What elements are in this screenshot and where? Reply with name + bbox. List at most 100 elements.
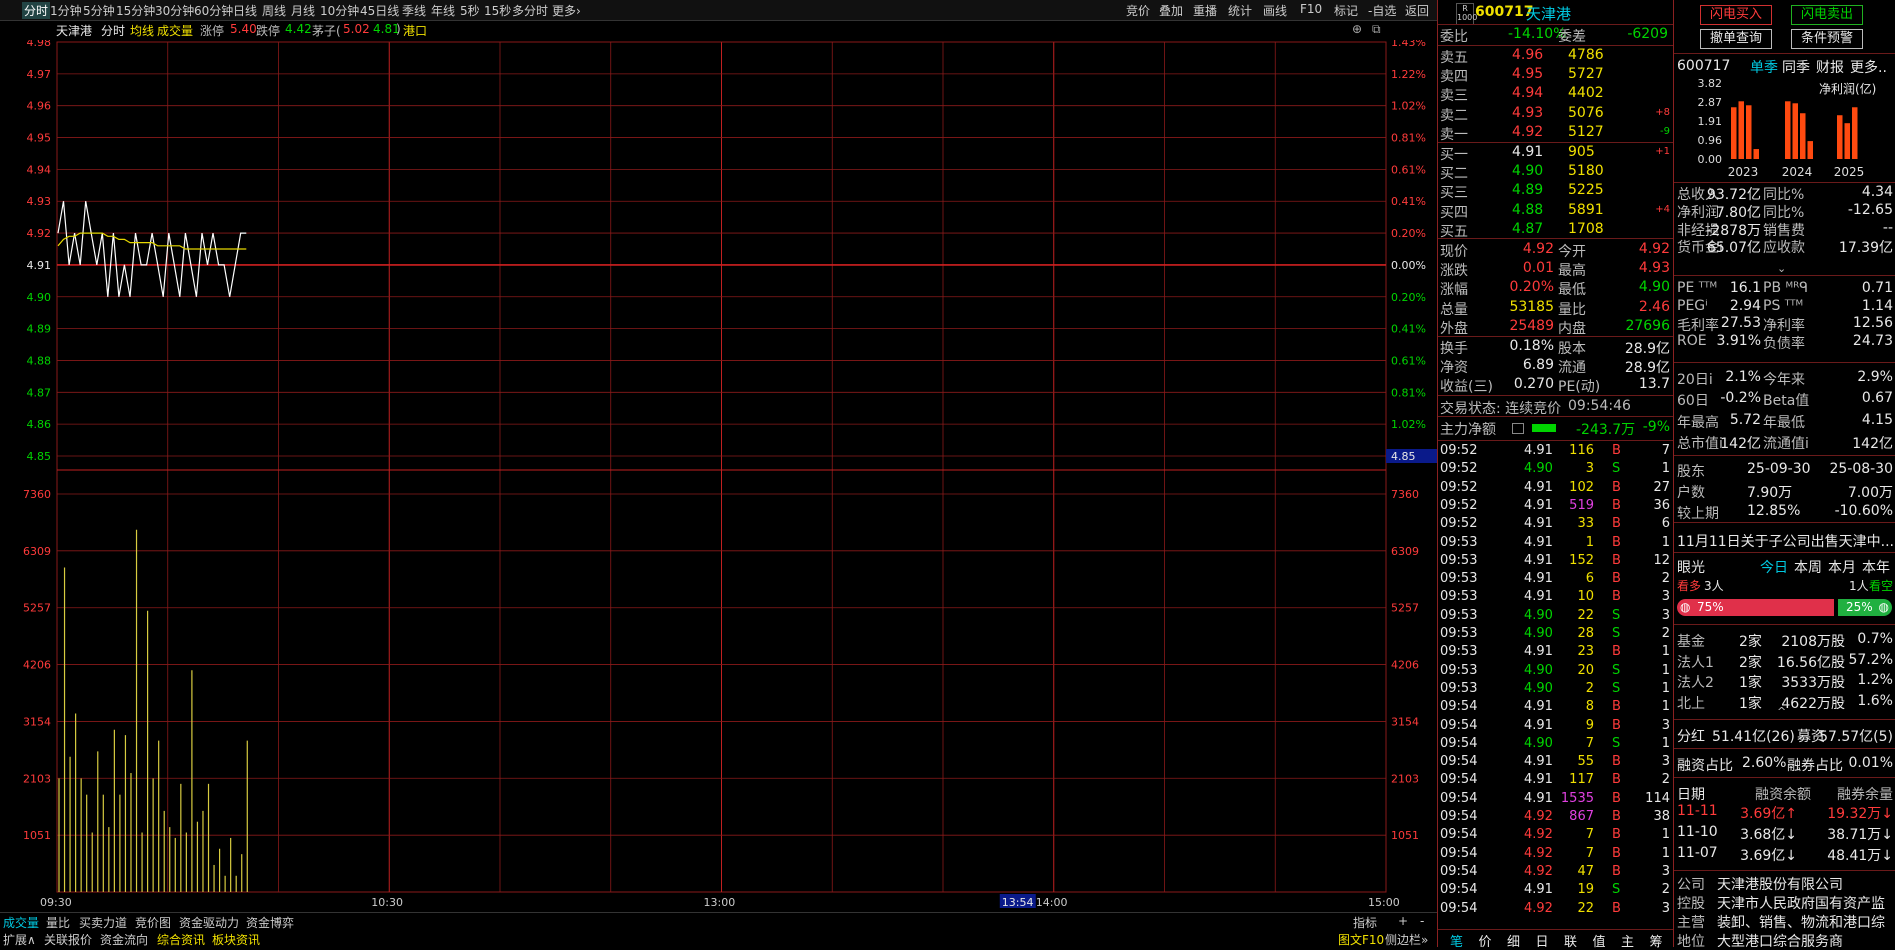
more-label: 更多 bbox=[552, 4, 577, 18]
period-tab[interactable]: 5分钟 bbox=[83, 2, 115, 19]
asks-row[interactable]: 卖二 4.93 5076 +8 bbox=[1440, 105, 1672, 124]
tick-row: 09:52 4.90 3 S 1 bbox=[1440, 461, 1672, 479]
bids-row[interactable]: 买二 4.90 5180 bbox=[1440, 163, 1672, 183]
tool-button[interactable]: 重播 bbox=[1193, 2, 1217, 19]
indicator-tab[interactable]: 资金驱动力 bbox=[179, 914, 239, 931]
add-indicator-button[interactable]: + bbox=[1398, 914, 1408, 928]
tick-tab[interactable]: 价 bbox=[1479, 931, 1492, 950]
add-icon[interactable]: ⊕ bbox=[1352, 22, 1362, 36]
tick-direction: B bbox=[1612, 589, 1621, 605]
indicator-tab[interactable]: 资金博弈 bbox=[246, 914, 294, 931]
inst-row[interactable]: 法人2 1家 3533万股 1.2% bbox=[1677, 672, 1893, 691]
intraday-chart[interactable]: 4.98 1.43% 4.97 1.22% 4.96 1.02% 4.95 0.81% 4.94… bbox=[0, 40, 1437, 915]
flash-buy-button[interactable]: 闪电买入 bbox=[1700, 5, 1772, 25]
bull-bar[interactable]: ◍ 75% bbox=[1677, 599, 1834, 616]
period-tab[interactable]: 分时 bbox=[22, 2, 51, 19]
fin-tab[interactable]: 同季 bbox=[1782, 57, 1810, 77]
eye-tab[interactable]: 本月 bbox=[1828, 557, 1856, 577]
expand-button[interactable]: 扩展∧ bbox=[3, 931, 36, 948]
period-tab[interactable]: 周线 bbox=[262, 2, 286, 19]
inst-row[interactable]: 基金 2家 2108万股 0.7% bbox=[1677, 631, 1893, 650]
f10-button[interactable]: 图文F10 bbox=[1338, 931, 1384, 948]
indicator-tab[interactable]: 买卖力道 bbox=[79, 914, 127, 931]
period-tab[interactable]: 日线 bbox=[233, 2, 257, 19]
indicator-tab[interactable]: 竞价图 bbox=[135, 914, 171, 931]
period-tab[interactable]: 月线 bbox=[291, 2, 315, 19]
bids-row[interactable]: 买五 4.87 1708 bbox=[1440, 221, 1672, 240]
remove-indicator-button[interactable]: - bbox=[1420, 914, 1424, 928]
period-tab[interactable]: 30分钟 bbox=[155, 2, 194, 19]
pct-tick: 0.41% bbox=[1391, 323, 1426, 336]
tick-tab[interactable]: 主 bbox=[1621, 931, 1634, 950]
chevron-up-icon[interactable]: ^ bbox=[1777, 705, 1786, 718]
profit-y-tick: 0.96 bbox=[1698, 134, 1723, 147]
period-tab[interactable]: 45日线 bbox=[360, 2, 399, 19]
tool-button[interactable]: F10 bbox=[1300, 2, 1322, 16]
time-label: 10:30 bbox=[371, 896, 403, 909]
indicator-tab[interactable]: 成交量 bbox=[3, 914, 39, 931]
asks-row[interactable]: 卖三 4.94 4402 bbox=[1440, 85, 1672, 104]
ext-tab[interactable]: 综合资讯 bbox=[157, 931, 205, 948]
tick-tab[interactable]: 笔 bbox=[1450, 931, 1463, 950]
bids-level: 买二 bbox=[1440, 166, 1468, 183]
period-tab[interactable]: 60分钟 bbox=[194, 2, 233, 19]
window-icon[interactable]: ⧉ bbox=[1372, 22, 1381, 37]
eye-tab[interactable]: 本年 bbox=[1862, 557, 1890, 577]
tick-tab[interactable]: 联 bbox=[1564, 931, 1577, 950]
period-tab[interactable]: 1分钟 bbox=[50, 2, 82, 19]
period-tab[interactable]: 15分钟 bbox=[116, 2, 155, 19]
period-tab[interactable]: 多分时 bbox=[512, 2, 548, 19]
cancel-order-button[interactable]: 撤单查询 bbox=[1700, 29, 1772, 49]
fin-tab[interactable]: 单季 bbox=[1750, 57, 1778, 77]
fin-tab[interactable]: 更多.. bbox=[1850, 57, 1887, 77]
tick-tab[interactable]: 细 bbox=[1507, 931, 1520, 950]
ext-tab[interactable]: 关联报价 bbox=[44, 931, 92, 948]
chevron-down-icon[interactable]: ⌄ bbox=[1777, 262, 1786, 275]
tick-volume: 19 bbox=[1577, 882, 1594, 898]
tick-tab[interactable]: 筹 bbox=[1650, 931, 1663, 950]
more-periods-button[interactable]: 更多› bbox=[552, 2, 581, 19]
back-button[interactable]: 返回 bbox=[1405, 2, 1429, 19]
profit-year: 2025 bbox=[1834, 165, 1865, 179]
tool-button[interactable]: 叠加 bbox=[1159, 2, 1183, 19]
tick-count: 1 bbox=[1661, 662, 1670, 678]
tick-tab[interactable]: 值 bbox=[1593, 931, 1606, 950]
inst-row[interactable]: 法人1 2家 16.56亿股 57.2% bbox=[1677, 652, 1893, 671]
profit-bar bbox=[1807, 141, 1813, 159]
period-tab[interactable]: 年线 bbox=[431, 2, 455, 19]
tick-time: 09:54 bbox=[1440, 845, 1478, 861]
tool-button[interactable]: 画线 bbox=[1263, 2, 1287, 19]
perf-label: 20日i bbox=[1677, 372, 1713, 388]
period-tab[interactable]: 季线 bbox=[402, 2, 426, 19]
bear-bar[interactable]: 25% ◍ bbox=[1838, 599, 1892, 616]
tool-button[interactable]: 标记 bbox=[1334, 2, 1358, 19]
asks-volume: 4402 bbox=[1568, 85, 1604, 102]
profit-bar bbox=[1852, 107, 1858, 159]
eye-tab[interactable]: 今日 bbox=[1760, 557, 1788, 577]
condition-alert-button[interactable]: 条件预警 bbox=[1791, 29, 1863, 49]
flash-sell-button[interactable]: 闪电卖出 bbox=[1791, 5, 1863, 25]
tick-tab[interactable]: 日 bbox=[1536, 931, 1549, 950]
bids-row[interactable]: 买四 4.88 5891 +4 bbox=[1440, 202, 1672, 221]
asks-row[interactable]: 卖五 4.96 4786 bbox=[1440, 47, 1672, 66]
news-link[interactable]: 11月11日关于子公司出售天津中... bbox=[1677, 531, 1894, 551]
period-tab[interactable]: 15秒 bbox=[484, 2, 511, 19]
indicator-tab[interactable]: 量比 bbox=[46, 914, 70, 931]
sidebar-button[interactable]: 侧边栏» bbox=[1385, 931, 1428, 948]
period-tab[interactable]: 10分钟 bbox=[320, 2, 359, 19]
asks-row[interactable]: 卖四 4.95 5727 bbox=[1440, 66, 1672, 85]
bids-row[interactable]: 买一 4.91 905 +1 bbox=[1440, 144, 1672, 163]
flow-icon[interactable] bbox=[1512, 423, 1524, 434]
ext-tab[interactable]: 资金流向 bbox=[100, 931, 148, 948]
tool-button[interactable]: 统计 bbox=[1228, 2, 1252, 19]
indicator-button[interactable]: 指标 bbox=[1353, 914, 1377, 931]
ext-tab[interactable]: 板块资讯 bbox=[212, 931, 260, 948]
fin-tab[interactable]: 财报 bbox=[1816, 57, 1844, 77]
period-tab[interactable]: 5秒 bbox=[460, 2, 480, 19]
price-tick: 4.98 bbox=[27, 40, 52, 49]
tool-button[interactable]: 竞价 bbox=[1126, 2, 1150, 19]
tool-button[interactable]: -自选 bbox=[1368, 2, 1396, 19]
bids-row[interactable]: 买三 4.89 5225 bbox=[1440, 182, 1672, 201]
asks-row[interactable]: 卖一 4.92 5127 -9 bbox=[1440, 124, 1672, 143]
eye-tab[interactable]: 本周 bbox=[1794, 557, 1822, 577]
